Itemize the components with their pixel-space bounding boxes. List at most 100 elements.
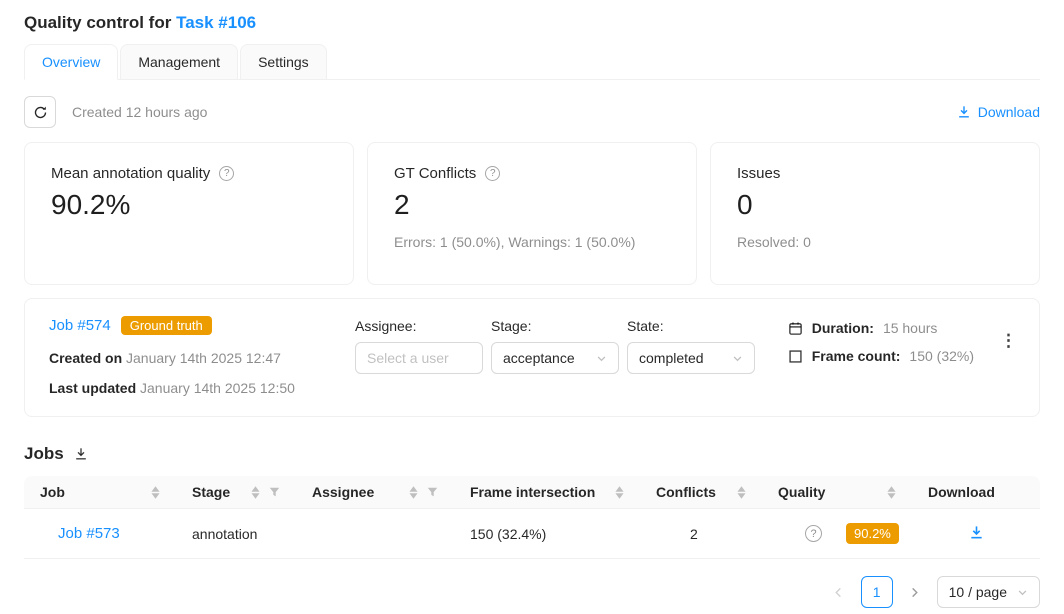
last-updated-value: January 14th 2025 12:50 <box>140 380 295 396</box>
duration-value: 15 hours <box>883 320 937 336</box>
card-title-label: Mean annotation quality <box>51 165 210 182</box>
sort-icon[interactable] <box>409 486 418 499</box>
column-header-frame-intersection[interactable]: Frame intersection <box>454 476 640 509</box>
column-label: Job <box>40 484 65 500</box>
page-size-select[interactable]: 10 / page <box>937 576 1040 608</box>
card-mean-annotation-quality: Mean annotation quality ? 90.2% <box>24 142 354 285</box>
column-header-quality[interactable]: Quality <box>762 476 912 509</box>
stage-value: acceptance <box>503 350 575 366</box>
download-link-label: Download <box>978 104 1040 120</box>
gt-conflicts-breakdown: Errors: 1 (50.0%), Warnings: 1 (50.0%) <box>394 234 670 250</box>
jobs-table: Job Stage <box>24 476 1040 559</box>
gt-job-summary: Job #574 Ground truth Created on January… <box>49 316 317 399</box>
column-header-assignee[interactable]: Assignee <box>296 476 454 509</box>
next-page-icon[interactable] <box>901 578 929 606</box>
page-number-button[interactable]: 1 <box>861 576 893 608</box>
column-header-job[interactable]: Job <box>24 476 176 509</box>
column-label: Quality <box>778 484 825 500</box>
download-icon <box>957 105 971 119</box>
column-header-stage[interactable]: Stage <box>176 476 296 509</box>
help-circle-icon[interactable]: ? <box>805 525 822 542</box>
more-menu-icon[interactable]: ⋮ <box>998 328 1019 353</box>
sort-icon[interactable] <box>737 486 746 499</box>
assignee-label: Assignee: <box>355 318 483 334</box>
tab-settings[interactable]: Settings <box>240 44 327 79</box>
stage-cell: annotation <box>176 509 296 559</box>
gt-job-controls: Assignee: Stage: acceptance State: compl… <box>355 318 755 374</box>
assignee-cell <box>296 509 454 559</box>
assignee-input[interactable] <box>367 350 471 366</box>
state-label: State: <box>627 318 755 334</box>
pagination: 1 10 / page <box>24 576 1040 608</box>
column-header-conflicts[interactable]: Conflicts <box>640 476 762 509</box>
last-updated-label: Last updated <box>49 380 136 396</box>
chevron-down-icon <box>596 353 607 364</box>
report-created-text: Created 12 hours ago <box>72 104 207 120</box>
conflicts-count: 2 <box>690 526 698 542</box>
frame-icon <box>788 349 803 364</box>
prev-page-icon[interactable] <box>825 578 853 606</box>
column-header-download: Download <box>912 476 1040 509</box>
chevron-down-icon <box>1017 587 1028 598</box>
gt-conflicts-value: 2 <box>394 189 670 221</box>
filter-icon[interactable] <box>427 487 438 498</box>
issues-resolved-text: Resolved: 0 <box>737 234 1013 250</box>
page-title: Quality control for Task #106 <box>24 0 1040 33</box>
issues-value: 0 <box>737 189 1013 221</box>
card-title-label: Issues <box>737 165 780 182</box>
frame-count-value: 150 (32%) <box>909 348 974 364</box>
state-select[interactable]: completed <box>627 342 755 374</box>
duration-label: Duration: <box>812 320 874 336</box>
chevron-down-icon <box>732 353 743 364</box>
jobs-section-header: Jobs <box>24 444 1040 464</box>
card-title-label: GT Conflicts <box>394 165 476 182</box>
tab-bar: Overview Management Settings <box>24 44 1040 80</box>
job-link[interactable]: Job #573 <box>58 525 120 542</box>
sort-icon[interactable] <box>887 486 896 499</box>
stage-label: Stage: <box>491 318 619 334</box>
quality-control-page: Quality control for Task #106 Overview M… <box>0 0 1064 608</box>
created-on-label: Created on <box>49 350 122 366</box>
frame-count-label: Frame count: <box>812 348 901 364</box>
jobs-download-icon[interactable] <box>74 447 88 461</box>
summary-cards: Mean annotation quality ? 90.2% GT Confl… <box>24 142 1040 285</box>
mean-quality-value: 90.2% <box>51 189 327 221</box>
column-label: Stage <box>192 484 230 500</box>
card-gt-conflicts: GT Conflicts ? 2 Errors: 1 (50.0%), Warn… <box>367 142 697 285</box>
sort-icon[interactable] <box>151 486 160 499</box>
report-toolbar: Created 12 hours ago Download <box>24 96 1040 128</box>
sort-icon[interactable] <box>615 486 624 499</box>
column-label: Conflicts <box>656 484 716 500</box>
task-link[interactable]: Task #106 <box>176 13 256 32</box>
row-download-icon[interactable] <box>969 525 984 540</box>
page-size-value: 10 / page <box>949 584 1007 600</box>
column-label: Assignee <box>312 484 374 500</box>
help-circle-icon[interactable]: ? <box>219 166 234 181</box>
stage-select[interactable]: acceptance <box>491 342 619 374</box>
column-label: Download <box>928 484 995 500</box>
card-issues: Issues 0 Resolved: 0 <box>710 142 1040 285</box>
table-row: Job #573 annotation 150 (32.4%) 2 ? 90.2… <box>24 509 1040 559</box>
jobs-heading: Jobs <box>24 444 64 464</box>
jobs-table-header-row: Job Stage <box>24 476 1040 509</box>
tab-management[interactable]: Management <box>120 44 238 79</box>
state-value: completed <box>639 350 704 366</box>
quality-badge: 90.2% <box>846 523 899 544</box>
help-circle-icon[interactable]: ? <box>485 166 500 181</box>
ground-truth-badge: Ground truth <box>121 316 212 335</box>
filter-icon[interactable] <box>269 487 280 498</box>
frame-intersection-cell: 150 (32.4%) <box>454 509 640 559</box>
ground-truth-job-card: Job #574 Ground truth Created on January… <box>24 298 1040 417</box>
sort-icon[interactable] <box>251 486 260 499</box>
download-report-link[interactable]: Download <box>957 104 1040 120</box>
gt-job-link[interactable]: Job #574 <box>49 317 111 334</box>
page-title-text: Quality control for <box>24 13 171 32</box>
calendar-icon <box>788 321 803 336</box>
assignee-select[interactable] <box>355 342 483 374</box>
created-on-value: January 14th 2025 12:47 <box>126 350 281 366</box>
reload-icon <box>33 105 48 120</box>
gt-job-stats: Duration: 15 hours Frame count: 150 (32%… <box>788 316 1019 364</box>
column-label: Frame intersection <box>470 484 595 500</box>
refresh-button[interactable] <box>24 96 56 128</box>
tab-overview[interactable]: Overview <box>24 44 118 80</box>
